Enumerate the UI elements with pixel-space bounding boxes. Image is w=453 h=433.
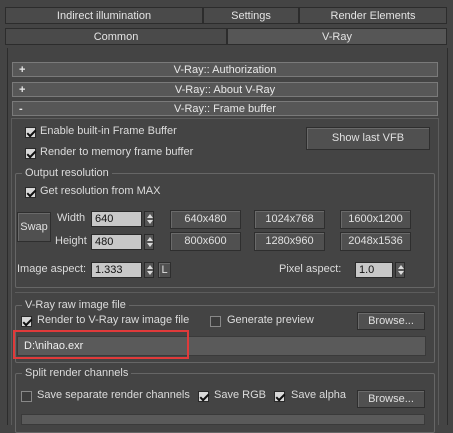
image-aspect-label: Image aspect:: [17, 263, 87, 275]
height-field[interactable]: 480: [91, 234, 142, 250]
save-separate-channels-label: Save separate render channels: [37, 389, 190, 401]
render-to-raw-label: Render to V-Ray raw image file: [37, 314, 190, 326]
save-rgb-checkbox[interactable]: [198, 391, 209, 402]
render-to-memory-checkbox[interactable]: [25, 148, 36, 159]
height-spinner[interactable]: [144, 234, 154, 250]
preset-2048x1536-button[interactable]: 2048x1536: [340, 232, 411, 251]
save-alpha-checkbox[interactable]: [274, 391, 285, 402]
preset-1600x1200-button[interactable]: 1600x1200: [340, 210, 411, 229]
generate-preview-label: Generate preview: [227, 314, 314, 326]
rollout-label: V-Ray:: About V-Ray: [174, 84, 276, 96]
get-resolution-from-max-checkbox[interactable]: [25, 187, 36, 198]
pixel-aspect-label: Pixel aspect:: [279, 263, 342, 275]
get-resolution-from-max-label: Get resolution from MAX: [40, 185, 161, 197]
expand-icon: +: [19, 64, 26, 76]
raw-browse-button[interactable]: Browse...: [357, 312, 425, 330]
save-alpha-label: Save alpha: [291, 389, 347, 401]
tab-settings[interactable]: Settings: [203, 7, 299, 24]
split-channels-title: Split render channels: [22, 367, 132, 379]
split-browse-button[interactable]: Browse...: [357, 390, 425, 408]
generate-preview-checkbox[interactable]: [210, 316, 221, 327]
expand-icon: +: [19, 84, 26, 96]
enable-builtin-frame-buffer-label: Enable built-in Frame Buffer: [40, 125, 177, 137]
preset-800x600-button[interactable]: 800x600: [170, 232, 241, 251]
tab-indirect-illumination[interactable]: Indirect illumination: [5, 7, 203, 24]
height-label: Height: [55, 235, 87, 247]
pixel-aspect-field[interactable]: 1.0: [355, 262, 393, 278]
enable-builtin-frame-buffer-checkbox[interactable]: [25, 127, 36, 138]
width-label: Width: [57, 212, 86, 224]
rollout-frame-buffer[interactable]: - V-Ray:: Frame buffer: [12, 101, 438, 116]
image-aspect-field[interactable]: 1.333: [91, 262, 142, 278]
divider: [15, 292, 435, 293]
rollout-label: V-Ray:: Frame buffer: [174, 103, 276, 115]
tab-render-elements[interactable]: Render Elements: [299, 7, 447, 24]
rollout-about[interactable]: + V-Ray:: About V-Ray: [12, 82, 438, 97]
highlight-box: [13, 330, 189, 359]
width-spinner[interactable]: [144, 211, 154, 227]
raw-image-title: V-Ray raw image file: [22, 299, 129, 311]
lock-aspect-button[interactable]: L: [158, 262, 171, 278]
width-field[interactable]: 640: [91, 211, 142, 227]
tab-common[interactable]: Common: [5, 28, 227, 45]
swap-button[interactable]: Swap: [17, 212, 51, 242]
split-file-path-field[interactable]: [21, 414, 425, 425]
save-rgb-label: Save RGB: [214, 389, 266, 401]
preset-1280x960-button[interactable]: 1280x960: [254, 232, 325, 251]
preset-640x480-button[interactable]: 640x480: [170, 210, 241, 229]
tab-vray[interactable]: V-Ray: [227, 28, 447, 45]
save-separate-channels-checkbox[interactable]: [21, 391, 32, 402]
rollout-authorization[interactable]: + V-Ray:: Authorization: [12, 62, 438, 77]
preset-1024x768-button[interactable]: 1024x768: [254, 210, 325, 229]
render-to-raw-checkbox[interactable]: [21, 316, 32, 327]
render-to-memory-label: Render to memory frame buffer: [40, 146, 194, 158]
collapse-icon: -: [19, 103, 23, 115]
pixel-aspect-spinner[interactable]: [395, 262, 405, 278]
show-last-vfb-button[interactable]: Show last VFB: [306, 127, 430, 150]
output-resolution-title: Output resolution: [22, 167, 112, 179]
rollout-label: V-Ray:: Authorization: [173, 64, 277, 76]
image-aspect-spinner[interactable]: [144, 262, 154, 278]
